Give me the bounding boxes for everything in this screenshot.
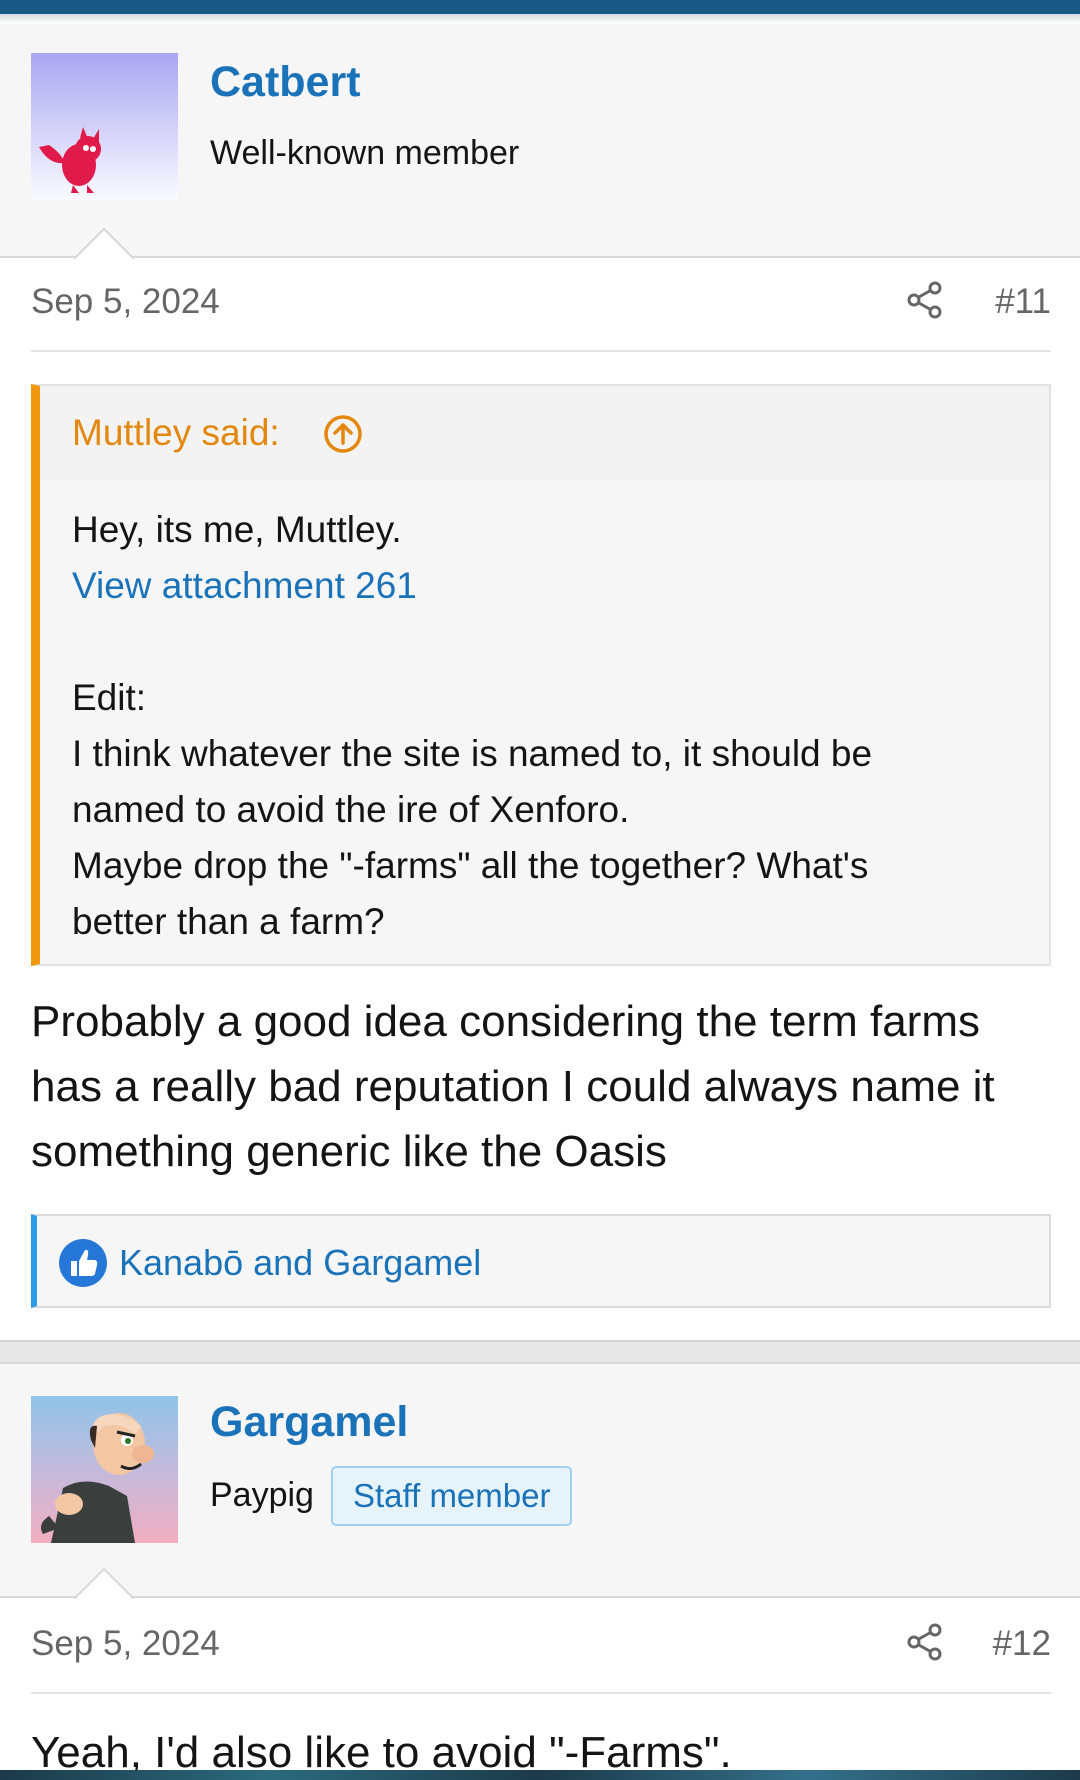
thumbs-up-icon <box>58 1238 108 1288</box>
share-icon[interactable] <box>905 1622 945 1662</box>
post-12-pointer-arrow <box>74 1568 134 1599</box>
gargamel-avatar[interactable] <box>31 1396 178 1543</box>
post-11-body: Probably a good idea considering the ter… <box>31 997 995 1176</box>
bottom-edge-strip <box>0 1770 1080 1780</box>
quote-blank-line <box>72 614 1032 670</box>
post-divider <box>0 1340 1080 1362</box>
catbert-avatar[interactable] <box>31 53 178 200</box>
post-12-date[interactable]: Sep 5, 2024 <box>31 1624 220 1664</box>
staff-member-badge: Staff member <box>331 1466 573 1526</box>
reaction-users[interactable]: Kanabō and Gargamel <box>119 1242 481 1284</box>
quote-line: better than a farm? <box>72 901 385 942</box>
post-11-date[interactable]: Sep 5, 2024 <box>31 282 220 322</box>
post-11-meta: Sep 5, 2024 #11 <box>31 260 1051 352</box>
quote-header: Muttley said: <box>40 386 1049 480</box>
post-12-user-title: Paypig <box>210 1476 314 1514</box>
quote-line: named to avoid the ire of Xenforo. <box>72 789 630 830</box>
post-11-number[interactable]: #11 <box>995 282 1051 322</box>
post-12-username[interactable]: Gargamel <box>210 1398 408 1447</box>
share-icon[interactable] <box>905 280 945 320</box>
post-12-number[interactable]: #12 <box>993 1624 1051 1664</box>
top-navigation-bar <box>0 0 1080 14</box>
post-11-username[interactable]: Catbert <box>210 58 361 107</box>
arrow-up-circle-icon[interactable] <box>323 414 363 454</box>
quote-author[interactable]: Muttley said: <box>72 412 280 454</box>
post-11-user-block: Catbert Well-known member <box>0 24 1080 258</box>
post-12-user-block: Gargamel Paypig Staff member <box>0 1362 1080 1598</box>
attachment-link[interactable]: View attachment 261 <box>72 558 1032 614</box>
quote-line: Hey, its me, Muttley. <box>72 509 402 550</box>
quote-line: Edit: <box>72 677 147 718</box>
quote-line: I think whatever the site is named to, i… <box>72 733 873 774</box>
post-12-meta: Sep 5, 2024 #12 <box>31 1602 1051 1694</box>
quote-line: Maybe drop the "-farms" all the together… <box>72 845 869 886</box>
quote-block: Muttley said: Hey, its me, Muttley. View… <box>31 384 1051 966</box>
post-11-pointer-arrow <box>74 228 134 259</box>
post-11-user-title: Well-known member <box>210 134 520 172</box>
reactions-bar[interactable]: Kanabō and Gargamel <box>31 1214 1051 1308</box>
top-bar-shadow <box>0 14 1080 24</box>
quote-body: Hey, its me, Muttley. View attachment 26… <box>72 502 1032 950</box>
